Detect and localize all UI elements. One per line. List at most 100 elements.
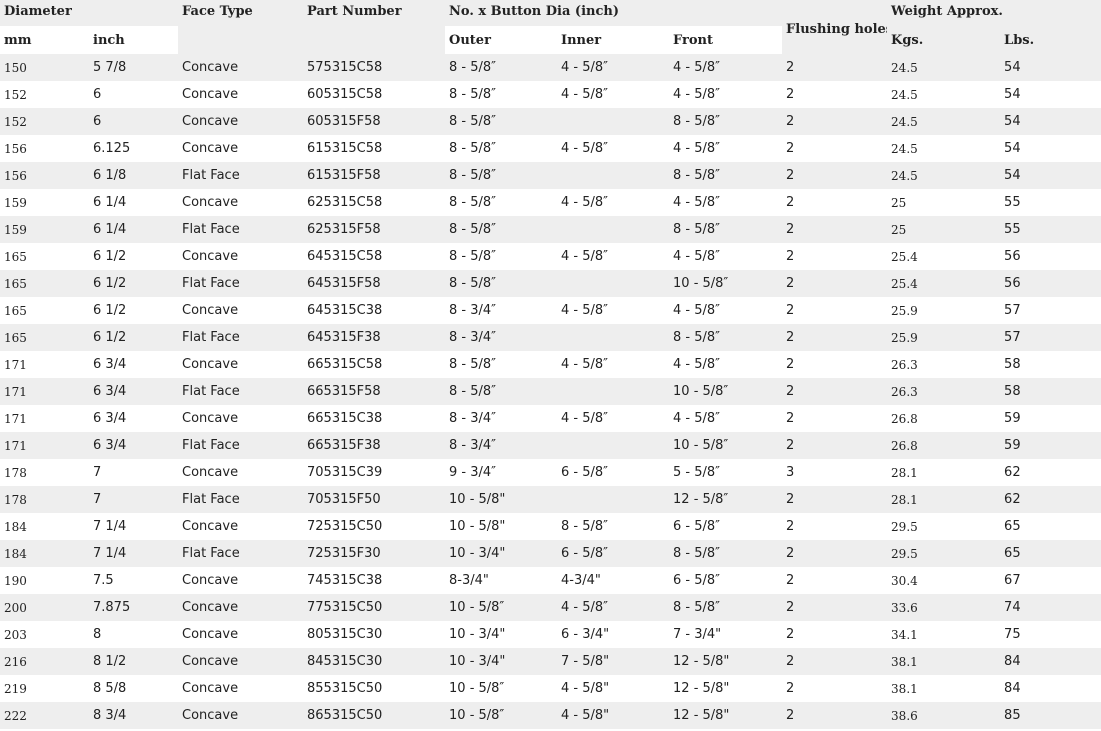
diameter-mm-cell: 152	[0, 81, 89, 108]
diameter-inch-cell: 6 3/4	[89, 432, 179, 459]
front-button-cell: 4 - 5/8″	[669, 135, 783, 162]
diameter-inch-cell: 8	[89, 621, 179, 648]
diameter-header: Diameter	[0, 0, 179, 26]
table-row: 150 5 7/8 Concave 575315C58 8 - 5/8″ 4 - 5/8″…	[0, 54, 1101, 81]
weight-lbs-cell: 54	[1000, 81, 1101, 108]
table-row: 203 8 Concave 805315C30 10 - 3/4" 6 - 3/4" 7 -…	[0, 621, 1101, 648]
outer-button-cell: 8 - 5/8″	[445, 54, 558, 81]
weight-lbs-cell: 62	[1000, 486, 1101, 513]
diameter-mm-cell: 184	[0, 513, 89, 540]
part-number-header: Part Number	[303, 0, 446, 54]
table-row: 190 7.5 Concave 745315C38 8-3/4" 4-3/4" 6 - 5/…	[0, 567, 1101, 594]
diameter-inch-cell: 6 1/2	[89, 324, 179, 351]
table-row: 184 7 1/4 Flat Face 725315F30 10 - 3/4" 6 - 5…	[0, 540, 1101, 567]
face-type-cell: Flat Face	[178, 378, 304, 405]
inner-button-cell: 4 - 5/8″	[557, 594, 670, 621]
face-type-header: Face Type	[178, 0, 304, 54]
flushing-holes-cell: 2	[782, 405, 888, 432]
front-button-cell: 4 - 5/8″	[669, 297, 783, 324]
diameter-mm-cell: 219	[0, 675, 89, 702]
table-row: 178 7 Concave 705315C39 9 - 3/4″ 6 - 5/8″ 5 - …	[0, 459, 1101, 486]
weight-lbs-cell: 75	[1000, 621, 1101, 648]
flushing-holes-cell: 2	[782, 135, 888, 162]
part-number-cell: 665315C38	[303, 405, 446, 432]
part-number-cell: 725315C50	[303, 513, 446, 540]
outer-button-cell: 10 - 5/8″	[445, 702, 558, 729]
face-type-cell: Concave	[178, 405, 304, 432]
weight-kgs-cell: 26.8	[887, 432, 1001, 459]
weight-kgs-cell: 25.9	[887, 297, 1001, 324]
inner-button-cell: 4 - 5/8″	[557, 81, 670, 108]
diameter-mm-cell: 190	[0, 567, 89, 594]
part-number-cell: 665315C58	[303, 351, 446, 378]
part-number-cell: 855315C50	[303, 675, 446, 702]
weight-kgs-cell: 33.6	[887, 594, 1001, 621]
front-button-cell: 8 - 5/8″	[669, 594, 783, 621]
front-button-cell: 8 - 5/8″	[669, 216, 783, 243]
flushing-holes-cell: 2	[782, 108, 888, 135]
table-row: 171 6 3/4 Concave 665315C38 8 - 3/4″ 4 - 5/8″…	[0, 405, 1101, 432]
inner-button-cell	[557, 216, 670, 243]
outer-button-cell: 8 - 5/8″	[445, 135, 558, 162]
weight-kgs-cell: 24.5	[887, 108, 1001, 135]
inner-button-cell: 4 - 5/8″	[557, 405, 670, 432]
part-number-cell: 605315F58	[303, 108, 446, 135]
table-row: 156 6 1/8 Flat Face 615315F58 8 - 5/8″ 8 - 5/…	[0, 162, 1101, 189]
weight-kgs-cell: 34.1	[887, 621, 1001, 648]
diameter-inch-cell: 8 5/8	[89, 675, 179, 702]
part-number-cell: 805315C30	[303, 621, 446, 648]
table-row: 152 6 Concave 605315F58 8 - 5/8″ 8 - 5/8″ 2 24.…	[0, 108, 1101, 135]
lbs-header: Lbs.	[1000, 26, 1101, 54]
flushing-holes-cell: 2	[782, 702, 888, 729]
weight-kgs-cell: 30.4	[887, 567, 1001, 594]
diameter-mm-cell: 165	[0, 297, 89, 324]
part-number-cell: 665315F58	[303, 378, 446, 405]
inner-button-cell: 4 - 5/8″	[557, 351, 670, 378]
weight-lbs-cell: 56	[1000, 270, 1101, 297]
weight-kgs-cell: 29.5	[887, 540, 1001, 567]
flushing-holes-cell: 2	[782, 54, 888, 81]
face-type-cell: Concave	[178, 648, 304, 675]
weight-lbs-cell: 65	[1000, 540, 1101, 567]
front-button-cell: 10 - 5/8″	[669, 432, 783, 459]
front-button-cell: 8 - 5/8″	[669, 540, 783, 567]
table-row: 165 6 1/2 Concave 645315C38 8 - 3/4″ 4 - 5/8″…	[0, 297, 1101, 324]
table-row: 152 6 Concave 605315C58 8 - 5/8″ 4 - 5/8″ 4 - …	[0, 81, 1101, 108]
table-row: 200 7.875 Concave 775315C50 10 - 5/8″ 4 - 5/8…	[0, 594, 1101, 621]
part-number-cell: 625315F58	[303, 216, 446, 243]
weight-kgs-cell: 24.5	[887, 162, 1001, 189]
part-number-cell: 705315C39	[303, 459, 446, 486]
weight-kgs-cell: 28.1	[887, 486, 1001, 513]
inner-button-cell: 8 - 5/8″	[557, 513, 670, 540]
diameter-inch-cell: 6 1/8	[89, 162, 179, 189]
outer-button-cell: 8 - 3/4″	[445, 405, 558, 432]
face-type-cell: Concave	[178, 567, 304, 594]
kgs-header: Kgs.	[887, 26, 1001, 54]
weight-kgs-cell: 38.1	[887, 675, 1001, 702]
flushing-holes-cell: 2	[782, 216, 888, 243]
weight-kgs-cell: 25	[887, 216, 1001, 243]
part-number-cell: 645315F38	[303, 324, 446, 351]
table-row: 156 6.125 Concave 615315C58 8 - 5/8″ 4 - 5/8″…	[0, 135, 1101, 162]
part-number-cell: 625315C58	[303, 189, 446, 216]
part-number-cell: 645315C58	[303, 243, 446, 270]
diameter-mm-cell: 171	[0, 351, 89, 378]
outer-button-cell: 10 - 5/8"	[445, 513, 558, 540]
flushing-holes-cell: 2	[782, 648, 888, 675]
weight-kgs-cell: 25.4	[887, 243, 1001, 270]
outer-button-cell: 8-3/4"	[445, 567, 558, 594]
table-row: 159 6 1/4 Flat Face 625315F58 8 - 5/8″ 8 - 5/…	[0, 216, 1101, 243]
front-button-cell: 6 - 5/8″	[669, 513, 783, 540]
table-row: 222 8 3/4 Concave 865315C50 10 - 5/8″ 4 - 5/8…	[0, 702, 1101, 729]
inner-button-cell: 4 - 5/8″	[557, 297, 670, 324]
inner-header: Inner	[557, 26, 670, 54]
diameter-inch-cell: 6 3/4	[89, 405, 179, 432]
flushing-holes-cell: 2	[782, 243, 888, 270]
part-number-cell: 705315F50	[303, 486, 446, 513]
diameter-mm-cell: 165	[0, 324, 89, 351]
part-number-cell: 845315C30	[303, 648, 446, 675]
weight-lbs-cell: 65	[1000, 513, 1101, 540]
weight-lbs-cell: 85	[1000, 702, 1101, 729]
diameter-mm-cell: 165	[0, 243, 89, 270]
button-dia-header: No. x Button Dia (inch)	[445, 0, 783, 26]
